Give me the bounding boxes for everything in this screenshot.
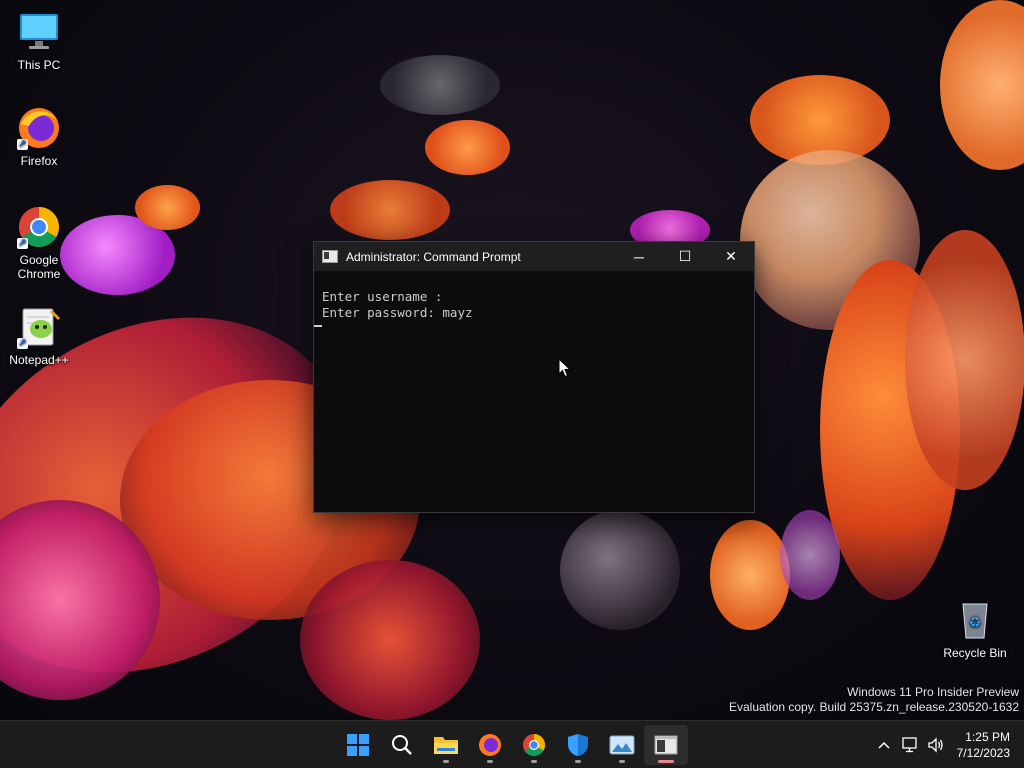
maximize-icon: ☐ — [678, 248, 692, 264]
running-indicator — [487, 760, 493, 763]
network-button[interactable] — [897, 725, 923, 765]
folder-icon — [434, 737, 458, 754]
running-indicator — [575, 760, 581, 763]
console-output[interactable]: Enter username : Enter password: mayz — [314, 271, 754, 327]
minimize-button[interactable]: ─ — [616, 242, 662, 271]
desktop-icon-firefox[interactable]: ↗ Firefox — [1, 106, 77, 168]
shortcut-arrow-icon: ↗ — [17, 139, 28, 150]
photos-icon — [609, 735, 635, 755]
volume-button[interactable] — [923, 725, 949, 765]
search-icon — [392, 735, 412, 755]
windows-logo-icon — [347, 734, 369, 756]
console-line: Enter password: mayz — [322, 305, 473, 320]
console-line: Enter username : — [322, 289, 443, 304]
windows-security-button[interactable] — [556, 725, 600, 765]
svg-text:♻: ♻ — [969, 615, 982, 631]
window-title: Administrator: Command Prompt — [346, 249, 521, 264]
window-titlebar[interactable]: Administrator: Command Prompt ─ ☐ ✕ — [314, 242, 754, 271]
recycle-bin-icon: ♻ — [953, 598, 997, 642]
system-tray: 1:25 PM 7/12/2023 — [871, 721, 1024, 768]
desktop-icon-label: Recycle Bin — [943, 646, 1007, 660]
desktop-icon-recycle-bin[interactable]: ♻ Recycle Bin — [937, 598, 1013, 660]
firefox-button[interactable] — [468, 725, 512, 765]
watermark-edition: Windows 11 Pro Insider Preview — [847, 685, 1019, 699]
desktop-icon-label: Notepad++ — [9, 353, 69, 367]
cmd-icon — [654, 735, 678, 755]
text-cursor — [314, 325, 322, 327]
chrome-icon — [523, 734, 545, 756]
watermark-build: Evaluation copy. Build 25375.zn_release.… — [729, 700, 1019, 714]
taskbar: 1:25 PM 7/12/2023 — [0, 720, 1024, 768]
taskbar-apps — [336, 721, 688, 768]
shortcut-arrow-icon: ↗ — [17, 238, 28, 249]
os-watermark: Windows 11 Pro Insider Preview Evaluatio… — [729, 685, 1019, 715]
shortcut-arrow-icon: ↗ — [17, 338, 28, 349]
cmd-icon — [322, 250, 338, 263]
desktop-icon-notepadpp[interactable]: ↗ Notepad++ — [1, 305, 77, 367]
file-explorer-button[interactable] — [424, 725, 468, 765]
search-button[interactable] — [380, 725, 424, 765]
desktop-icon-label: Google Chrome — [17, 253, 61, 281]
active-indicator — [658, 760, 674, 763]
command-prompt-taskbar-button[interactable] — [644, 725, 688, 765]
shield-icon — [568, 734, 588, 756]
photos-button[interactable] — [600, 725, 644, 765]
desktop-icon-chrome[interactable]: ↗ Google Chrome — [1, 205, 77, 281]
command-prompt-window[interactable]: Administrator: Command Prompt ─ ☐ ✕ Ente… — [313, 241, 755, 513]
firefox-icon: ↗ — [17, 106, 61, 150]
running-indicator — [443, 760, 449, 763]
show-hidden-icons-button[interactable] — [871, 725, 897, 765]
notepadpp-icon: ↗ — [17, 305, 61, 349]
computer-icon — [17, 10, 61, 54]
maximize-button[interactable]: ☐ — [662, 242, 708, 271]
close-button[interactable]: ✕ — [708, 242, 754, 271]
chrome-button[interactable] — [512, 725, 556, 765]
desktop-icon-label: This PC — [17, 58, 61, 72]
desktop-icon-label: Firefox — [20, 154, 58, 168]
network-icon — [901, 737, 917, 753]
mouse-pointer-icon — [558, 358, 572, 378]
start-button[interactable] — [336, 725, 380, 765]
firefox-icon — [479, 734, 501, 756]
chrome-icon: ↗ — [17, 205, 61, 249]
close-icon: ✕ — [725, 248, 737, 264]
chevron-up-icon — [878, 741, 890, 749]
desktop-icon-this-pc[interactable]: This PC — [1, 10, 77, 72]
volume-icon — [927, 737, 943, 753]
clock-date: 7/12/2023 — [956, 746, 1010, 760]
clock-time: 1:25 PM — [965, 730, 1010, 744]
clock-button[interactable]: 1:25 PM 7/12/2023 — [949, 729, 1024, 761]
running-indicator — [619, 760, 625, 763]
running-indicator — [531, 760, 537, 763]
minimize-icon: ─ — [634, 248, 644, 265]
